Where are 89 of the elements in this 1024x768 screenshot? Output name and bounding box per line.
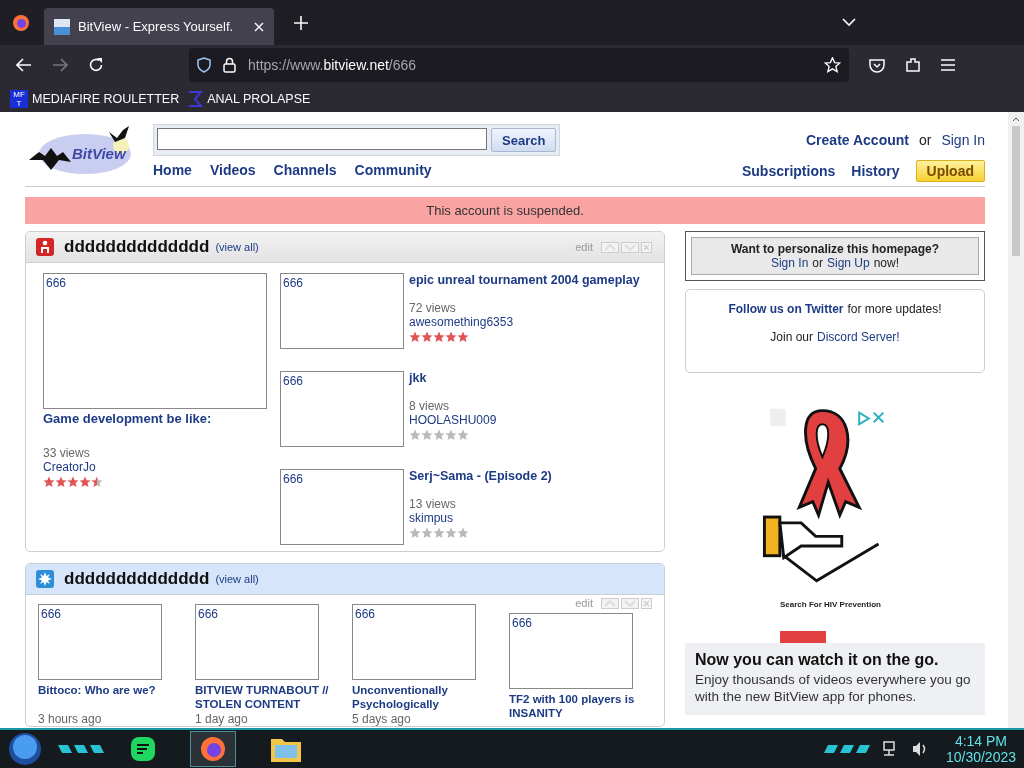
- firefox-icon[interactable]: [12, 13, 30, 32]
- bracket-icon: [187, 90, 204, 107]
- search-field[interactable]: [157, 128, 487, 150]
- upload-button[interactable]: Upload: [915, 160, 985, 182]
- video-title-link[interactable]: jkk: [409, 371, 497, 385]
- clock-time: 4:14 PM: [954, 733, 1008, 749]
- author-link[interactable]: HOOLASHU009: [409, 413, 497, 427]
- or-text: or: [918, 132, 932, 148]
- start-button[interactable]: [8, 732, 42, 766]
- video-thumbnail[interactable]: 666: [352, 604, 476, 680]
- ad-headline: Search For HIV Prevention: [780, 600, 882, 610]
- browser-taskbar-button[interactable]: [190, 731, 236, 767]
- author-link[interactable]: skimpus: [409, 511, 552, 525]
- video-title-link[interactable]: epic unreal tournament 2004 gameplay: [409, 273, 640, 287]
- video-thumbnail[interactable]: 666: [280, 469, 404, 545]
- author-link[interactable]: CreatorJo: [43, 460, 267, 474]
- upload-time: 3 hours ago: [38, 712, 103, 726]
- chat-app-icon[interactable]: [130, 736, 156, 762]
- create-account-link[interactable]: Create Account: [806, 132, 909, 148]
- sign-in-link[interactable]: Sign In: [770, 256, 809, 270]
- module-title: dddddddddddddd: [64, 569, 210, 589]
- bookmark-star-icon[interactable]: [824, 57, 841, 73]
- view-count: 33 views: [43, 446, 91, 460]
- author-link[interactable]: awesomething6353: [409, 315, 640, 329]
- reload-icon[interactable]: [88, 57, 104, 73]
- view-count: 13 views: [409, 497, 457, 511]
- video-title-link[interactable]: Serj~Sama - (Episode 2): [409, 469, 552, 483]
- video-thumbnail[interactable]: 666: [38, 604, 162, 680]
- or-text: or: [812, 256, 823, 270]
- scroll-up-icon[interactable]: [1012, 116, 1020, 122]
- suspended-notice: This account is suspended.: [25, 197, 985, 224]
- view-all-link[interactable]: (view all): [215, 241, 259, 253]
- nav-link[interactable]: Community: [354, 162, 432, 178]
- bookmark-item[interactable]: ANAL PROLAPSE: [187, 90, 311, 107]
- scrollbar[interactable]: [1008, 112, 1024, 728]
- promo-text: Enjoy thousands of videos everywhere you go with the new BitView app for phones.: [695, 671, 972, 705]
- speaker-icon[interactable]: [911, 741, 928, 757]
- view-count: 8 views: [409, 399, 450, 413]
- nav-link[interactable]: Videos: [209, 162, 256, 178]
- extensions-icon[interactable]: [905, 57, 921, 73]
- starburst-icon: [36, 570, 54, 588]
- site-favicon-icon: [54, 18, 70, 35]
- video-title-link[interactable]: Unconventionally Psychologically: [352, 683, 488, 711]
- view-count: 72 views: [409, 301, 457, 315]
- forward-icon[interactable]: [52, 58, 68, 72]
- pocket-icon[interactable]: [869, 57, 885, 73]
- sign-in-link[interactable]: Sign In: [941, 132, 985, 148]
- join-text: Join our: [770, 330, 813, 344]
- lock-icon: [223, 57, 236, 73]
- discord-link[interactable]: Discord Server!: [817, 330, 900, 344]
- browser-tab[interactable]: BitView - Express Yourself.: [44, 8, 274, 45]
- video-thumbnail[interactable]: 666: [195, 604, 319, 680]
- firefox-icon: [199, 735, 227, 763]
- shield-icon[interactable]: [197, 57, 211, 73]
- clock-date: 10/30/2023: [945, 749, 1016, 765]
- new-tab-icon[interactable]: [294, 15, 308, 30]
- url-text: https://www.bitview.net/666: [248, 57, 417, 73]
- site-logo[interactable]: BitView: [25, 124, 137, 180]
- clock[interactable]: 4:14 PM 10/30/2023: [945, 733, 1016, 765]
- now-text: now!: [873, 256, 900, 270]
- video-thumbnail[interactable]: 666: [43, 273, 267, 409]
- video-thumbnail[interactable]: 666: [280, 273, 404, 349]
- sign-up-link[interactable]: Sign Up: [827, 256, 870, 270]
- nav-link[interactable]: Channels: [273, 162, 337, 178]
- video-thumbnail[interactable]: 666: [509, 613, 633, 689]
- address-bar[interactable]: https://www.bitview.net/666: [189, 48, 849, 82]
- upload-time: 1 day ago: [195, 712, 249, 726]
- nav-link[interactable]: History: [851, 163, 900, 179]
- scrollbar-thumb[interactable]: [1012, 126, 1020, 256]
- back-icon[interactable]: [16, 58, 32, 72]
- nav-link[interactable]: Subscriptions: [741, 163, 836, 179]
- bookmark-badge: MF T: [10, 89, 28, 108]
- person-icon: [36, 238, 54, 256]
- promo-title: Now you can watch it on the go.: [695, 651, 940, 669]
- video-thumbnail[interactable]: 666: [280, 371, 404, 447]
- chevron-down-icon[interactable]: [842, 18, 856, 27]
- twitter-link[interactable]: Follow us on Twitter: [728, 302, 844, 316]
- menu-icon[interactable]: [941, 59, 955, 71]
- video-title-link[interactable]: Game development be like:: [43, 411, 267, 426]
- nav-link[interactable]: Home: [153, 162, 192, 178]
- personalize-question: Want to personalize this homepage?: [730, 242, 940, 256]
- video-title-link[interactable]: Bittoco: Who are we?: [38, 683, 174, 711]
- search-button[interactable]: Search: [491, 128, 557, 152]
- upload-time: 5 days ago: [352, 712, 412, 726]
- video-title-link[interactable]: TF2 with 100 players is INSANITY: [509, 692, 645, 720]
- module-title: dddddddddddddd: [64, 237, 210, 257]
- video-title-link[interactable]: BITVIEW TURNABOUT // STOLEN CONTENT: [195, 683, 331, 711]
- updates-text: for more updates!: [847, 302, 942, 316]
- view-all-link[interactable]: (view all): [215, 573, 259, 585]
